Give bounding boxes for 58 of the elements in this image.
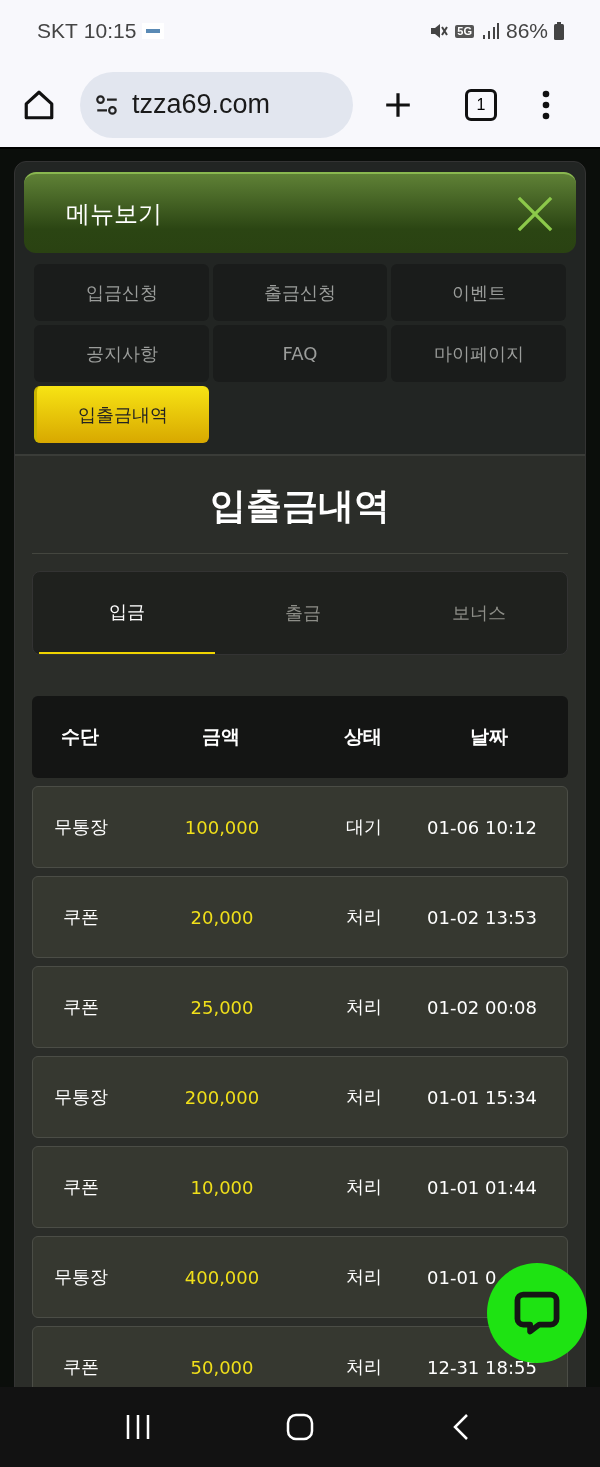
clock-text: 10:15 [83,19,137,43]
table-cell-text: 처리 [345,1265,383,1289]
table-cell-text: 처리 [345,995,383,1019]
tab-count-button[interactable]: 1 [465,88,497,121]
mute-icon [429,21,450,41]
notification-icon [142,23,165,39]
chat-icon [514,1290,560,1336]
table-cell-text: 쿠폰 [61,905,100,929]
table-cell-text: 01-02 13:53 [426,906,538,928]
table-cell-text: 100,000 [183,816,261,838]
table-cell-text: 무통장 [52,1265,109,1289]
table-cell-text: 처리 [345,905,383,929]
table-cell-text: 01-06 10:12 [426,816,538,838]
menu-item[interactable]: 이벤트 [391,264,566,321]
table-cell-text: 01-01 01:44 [426,1176,538,1198]
menu-item[interactable]: 입금신청 [34,264,209,321]
menu-item[interactable]: 마이페이지 [391,325,566,382]
table-cell-text: 01-02 00:08 [426,996,538,1018]
column-header: 상태 [343,724,383,749]
address-bar[interactable]: tzza69.com [80,71,353,138]
column-header: 수단 [59,724,100,749]
more-menu-icon[interactable] [542,89,550,120]
menu-item[interactable]: 공지사항 [34,325,209,382]
column-header: 날짜 [468,724,509,749]
menu-item[interactable]: 입출금내역 [34,386,209,443]
column-header: 금액 [201,724,241,749]
close-icon[interactable] [516,194,554,233]
table-cell-text: 200,000 [183,1086,261,1108]
tab[interactable]: 출금 [215,572,391,654]
url-text: tzza69.com [132,89,271,120]
battery-icon [554,22,564,40]
carrier-text: SKT [37,19,78,43]
table-cell-text: 처리 [345,1175,383,1199]
menu-item[interactable]: 출금신청 [213,264,387,321]
tab[interactable]: 보너스 [391,572,567,654]
table-cell-text: 쿠폰 [61,1175,100,1199]
page-title: 입출금내역 [32,456,568,554]
table-cell-text: 400,000 [183,1266,261,1288]
table-cell-text: 처리 [345,1085,383,1109]
table-cell-text: 대기 [345,815,383,839]
table-cell-text: 20,000 [189,906,255,928]
table-cell-text: 쿠폰 [61,1355,100,1379]
home-button-icon[interactable] [285,1412,315,1442]
table-cell-text: 25,000 [189,996,255,1018]
menu-title: 메뉴보기 [66,198,162,230]
table-cell-text: 무통장 [52,815,109,839]
table-cell-text: 50,000 [189,1356,255,1378]
table-cell-text: 12-31 18:55 [426,1356,538,1378]
menu-item[interactable]: FAQ [213,325,387,382]
table-cell-text: 10,000 [189,1176,255,1198]
table-cell-text: 처리 [345,1355,383,1379]
tab[interactable]: 입금 [39,572,215,654]
table-cell-text: 무통장 [52,1085,109,1109]
battery-text: 86% [505,19,548,43]
network-badge: 5G [455,24,474,38]
table-cell-text: 01-01 15:34 [426,1086,538,1108]
table-cell-text: 01-01 0 [426,1266,498,1288]
table-cell-text: 쿠폰 [61,995,100,1019]
